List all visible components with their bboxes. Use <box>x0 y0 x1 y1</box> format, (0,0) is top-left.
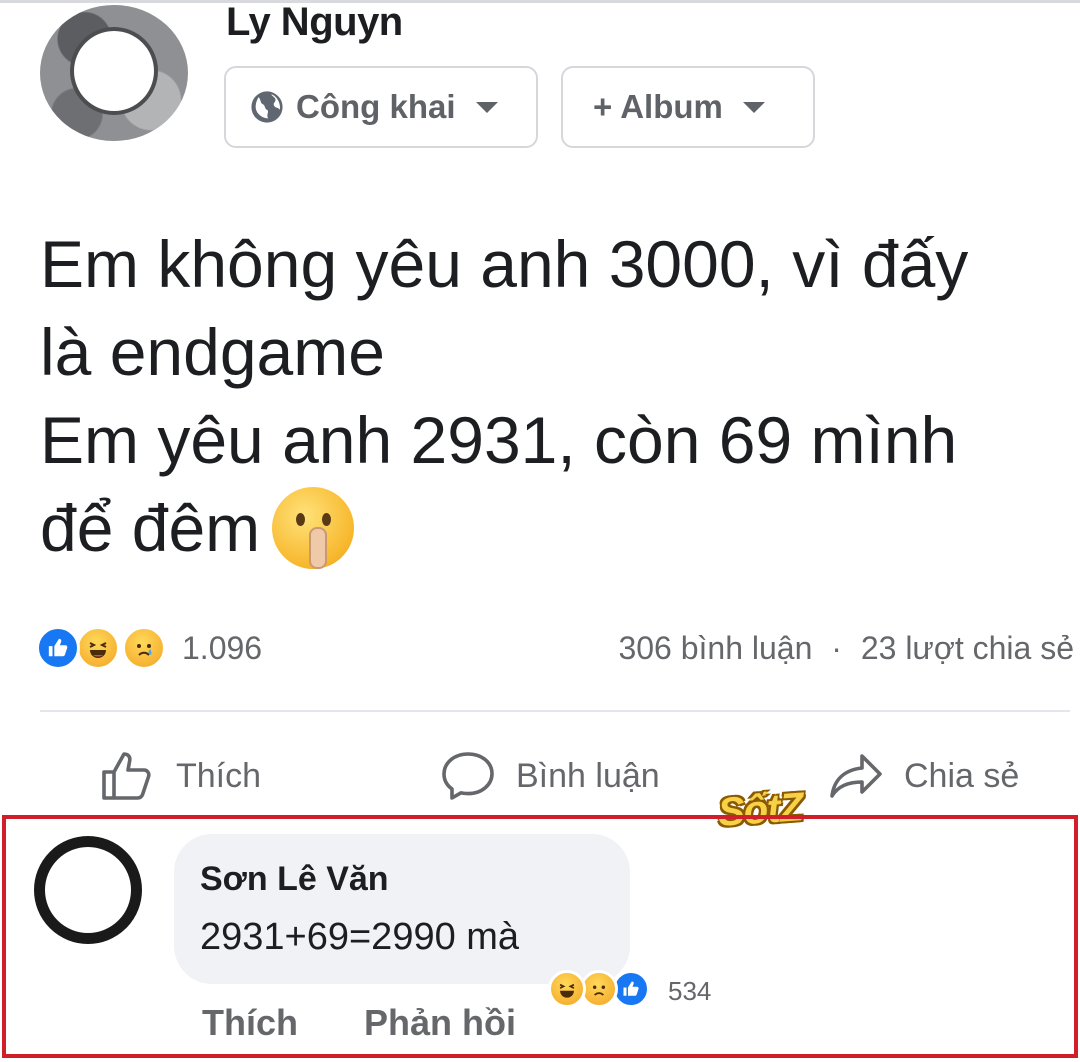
like-button[interactable]: Thích <box>100 748 261 804</box>
comment-bubble <box>174 834 630 984</box>
thumbs-up-outline-icon <box>102 752 151 800</box>
comment-share-stats: 306 bình luận · 23 lượt chia sẻ <box>618 630 1074 667</box>
post-line-last: để đêm <box>40 484 1070 575</box>
privacy-selector[interactable]: Công khai <box>224 66 538 148</box>
finger <box>309 526 328 569</box>
comment-reply-button[interactable]: Phản hồi <box>364 1002 516 1044</box>
share-button[interactable]: Chia sẻ <box>828 748 1019 804</box>
post-line: để đêm <box>40 491 261 565</box>
comment-like-button[interactable]: Thích <box>202 1002 298 1044</box>
stat-separator: · <box>831 630 842 666</box>
avatar-ring <box>74 31 154 111</box>
commenter-avatar[interactable] <box>34 836 142 944</box>
reaction-count[interactable]: 1.096 <box>182 630 262 667</box>
comment-button[interactable]: Bình luận <box>440 748 660 804</box>
like-label: Thích <box>176 756 262 795</box>
chevron-down-icon <box>475 101 498 113</box>
haha-reaction-icon <box>548 970 586 1008</box>
post-body: Em không yêu anh 3000, vì đấy là endgame… <box>40 220 1070 575</box>
sad-face-icon <box>592 985 606 996</box>
share-count[interactable]: 23 lượt chia sẻ <box>861 630 1074 666</box>
thumbs-up-icon <box>48 638 68 657</box>
poster-avatar[interactable] <box>40 5 188 141</box>
post-line: Em không yêu anh 3000, vì đấy <box>40 227 969 301</box>
comment-reactions[interactable] <box>548 970 688 1010</box>
laughing-face-icon <box>559 983 575 998</box>
like-reaction-icon[interactable] <box>36 626 80 670</box>
globe-icon <box>251 91 283 123</box>
share-arrow-icon <box>830 754 882 798</box>
laughing-face-icon <box>89 642 107 658</box>
share-label: Chia sẻ <box>904 756 1020 795</box>
thumbs-up-icon <box>623 981 639 996</box>
post-stats: 1.096 306 bình luận · 23 lượt chia sẻ <box>36 626 1080 676</box>
album-label: + Album <box>593 88 723 125</box>
comment-text: 2931+69=2990 mà <box>200 916 520 958</box>
post-line: Em yêu anh 2931, còn 69 mình <box>40 403 958 477</box>
sad-reaction-icon[interactable] <box>122 626 166 670</box>
commenter-name[interactable]: Sơn Lê Văn <box>200 860 389 899</box>
post-line: là endgame <box>40 315 385 389</box>
speech-bubble-icon <box>442 752 494 800</box>
actions-divider <box>40 710 1070 712</box>
chevron-down-icon <box>742 101 765 113</box>
sad-face-icon <box>137 644 152 656</box>
comment-count[interactable]: 306 bình luận <box>618 630 812 666</box>
privacy-label: Công khai <box>296 88 456 125</box>
haha-reaction-icon[interactable] <box>76 626 120 670</box>
eye <box>322 512 332 526</box>
top-divider <box>0 0 1080 3</box>
poster-name[interactable]: Ly Nguyn <box>226 0 403 45</box>
album-selector[interactable]: + Album <box>561 66 815 148</box>
eye <box>296 512 306 526</box>
comment-reaction-count[interactable]: 534 <box>668 976 711 1007</box>
comment-label: Bình luận <box>516 756 660 795</box>
shushing-face-icon <box>272 486 355 569</box>
